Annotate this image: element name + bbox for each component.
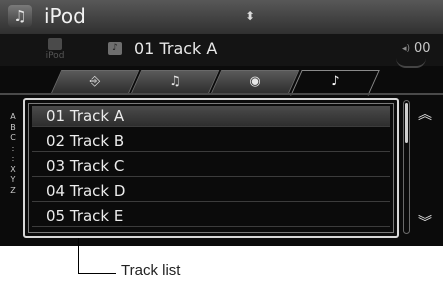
tab-divider [0,93,443,95]
track-row[interactable]: 04 Track D [32,181,390,202]
alpha-index[interactable]: A B C : : X Y Z [8,112,18,196]
alpha-letter[interactable]: Z [8,186,18,197]
track-row[interactable]: 01 Track A [32,106,390,127]
tab-albums[interactable]: ◉ [210,70,300,94]
scrollbar[interactable] [403,100,410,234]
browse-tabs: ⎆ ♫ ◉ ♪ [50,70,380,96]
callout-line [78,273,116,274]
callout-line [78,238,79,273]
volume-value: 00 [414,41,431,56]
tab-artists[interactable]: ♫ [130,70,220,94]
alpha-letter: : [11,143,15,153]
songs-icon: ♪ [331,74,340,89]
track-list-inner: 01 Track A 02 Track B 03 Track C 04 Trac… [28,103,394,233]
tab-usb[interactable]: ⎆ [50,70,140,94]
now-playing-title: 01 Track A [134,39,218,58]
music-note-icon[interactable]: ♫ [8,5,32,27]
track-row[interactable]: 05 Track E [32,206,390,227]
title-bar: ♫ iPod ⬍ [0,0,443,34]
usb-connection-icon: ⬍ [245,9,256,23]
callout-label: Track list [121,262,181,279]
alpha-letter[interactable]: A [8,112,18,123]
track-list: 01 Track A 02 Track B 03 Track C 04 Trac… [23,98,399,238]
volume-icon: ◂) [402,44,411,54]
track-icon: ♪ [108,42,122,55]
album-icon: ◉ [249,74,261,89]
scroll-thumb[interactable] [405,103,408,143]
alpha-letter[interactable]: B [8,123,18,134]
scroll-down-icon[interactable]: ︾ [418,212,432,232]
page-title: iPod [44,4,86,28]
audio-screen: ♫ iPod ⬍ iPod ♪ 01 Track A ◂) 00 ⎆ ♫ ◉ ♪… [0,0,443,246]
alpha-letter: : [11,154,15,163]
alpha-letter[interactable]: Y [8,175,18,186]
track-row[interactable]: 02 Track B [32,131,390,152]
usb-icon: ⎆ [89,74,101,89]
ipod-logo: iPod [40,38,70,62]
scroll-up-icon[interactable]: ︽ [418,104,432,124]
alpha-letter[interactable]: C [8,133,18,144]
volume-arc [396,58,426,68]
alpha-letter[interactable]: X [8,165,18,176]
artists-icon: ♫ [169,74,181,89]
track-row[interactable]: 03 Track C [32,156,390,177]
